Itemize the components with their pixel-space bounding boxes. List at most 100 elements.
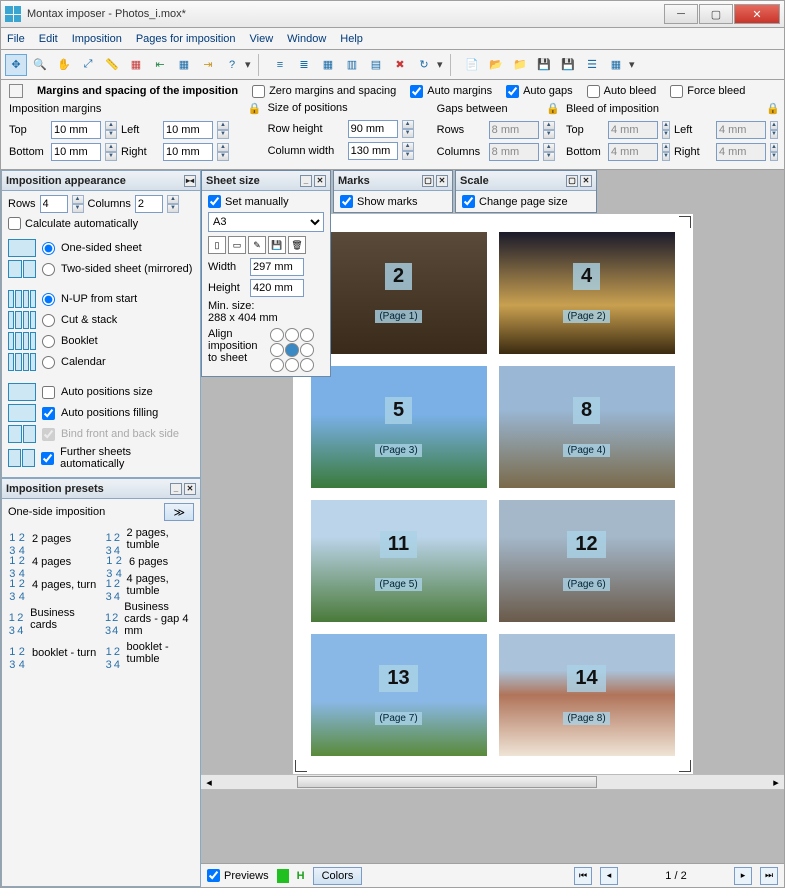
spinner[interactable]: ▲▼ bbox=[402, 142, 414, 160]
booklet-radio[interactable] bbox=[42, 335, 55, 348]
previews-check[interactable]: Previews bbox=[207, 869, 269, 882]
hand-tool-icon[interactable]: ✋ bbox=[53, 54, 75, 76]
lock-icon[interactable]: 🔒 bbox=[546, 102, 556, 115]
close-panel-icon[interactable]: ✕ bbox=[436, 175, 448, 187]
save-icon[interactable]: 💾 bbox=[533, 54, 555, 76]
spinner[interactable]: ▲▼ bbox=[543, 143, 555, 161]
calc-auto-check[interactable]: Calculate automatically bbox=[8, 217, 194, 230]
close-panel-icon[interactable]: ✕ bbox=[184, 483, 196, 495]
menu-help[interactable]: Help bbox=[340, 33, 363, 45]
rows-input[interactable] bbox=[40, 195, 68, 213]
delete-format-icon[interactable]: 🗑 bbox=[288, 236, 306, 254]
auto-margins-check[interactable]: Auto margins bbox=[410, 85, 492, 98]
gaps-rows-input[interactable] bbox=[489, 121, 539, 139]
minimize-icon[interactable]: _ bbox=[300, 175, 312, 187]
preset-item[interactable]: 12342 pages bbox=[8, 525, 97, 553]
edit-icon[interactable]: ✎ bbox=[248, 236, 266, 254]
first-page-button[interactable]: ⏮ bbox=[574, 867, 592, 885]
spinner[interactable]: ▲▼ bbox=[72, 195, 84, 213]
cols-input[interactable] bbox=[135, 195, 163, 213]
one-sided-radio[interactable] bbox=[42, 242, 55, 255]
cutstack-radio[interactable] bbox=[42, 314, 55, 327]
preset-item[interactable]: 12342 pages, tumble bbox=[105, 525, 194, 553]
columns-icon[interactable]: ▦ bbox=[125, 54, 147, 76]
imposition-cell[interactable]: 12(Page 6) bbox=[499, 500, 675, 622]
preset-item[interactable]: 1234Business cards - gap 4 mm bbox=[105, 599, 194, 639]
margin-right-input[interactable] bbox=[163, 143, 213, 161]
spinner[interactable]: ▲▼ bbox=[217, 143, 229, 161]
collapse-icon[interactable]: ▸◂ bbox=[184, 175, 196, 187]
spinner[interactable]: ▲▼ bbox=[662, 121, 670, 139]
imposition-cell[interactable]: 11(Page 5) bbox=[311, 500, 487, 622]
auto-pos-size-check[interactable] bbox=[42, 386, 55, 399]
nup-radio[interactable] bbox=[42, 293, 55, 306]
zoom-tool-icon[interactable]: 🔍 bbox=[29, 54, 51, 76]
imposition-cell[interactable]: 2(Page 1) bbox=[311, 232, 487, 354]
preset-item[interactable]: 1234booklet - turn bbox=[8, 639, 97, 667]
spinner[interactable]: ▲▼ bbox=[167, 195, 179, 213]
list-icon[interactable]: ☰ bbox=[581, 54, 603, 76]
preset-item[interactable]: 12344 pages bbox=[8, 553, 97, 571]
save-as-icon[interactable]: 💾 bbox=[557, 54, 579, 76]
imposition-cell[interactable]: 14(Page 8) bbox=[499, 634, 675, 756]
spinner[interactable]: ▲▼ bbox=[770, 121, 778, 139]
portrait-icon[interactable]: ▯ bbox=[208, 236, 226, 254]
swap-right-icon[interactable]: ⇥ bbox=[197, 54, 219, 76]
align-grid-icon[interactable]: ▦ bbox=[317, 54, 339, 76]
sheet-width-input[interactable] bbox=[250, 258, 304, 276]
export-icon[interactable]: ▦ bbox=[605, 54, 627, 76]
align-rows-icon[interactable]: ▤ bbox=[365, 54, 387, 76]
bleed-bottom-input[interactable] bbox=[608, 143, 658, 161]
open-alt-icon[interactable]: 📁 bbox=[509, 54, 531, 76]
spinner[interactable]: ▲▼ bbox=[105, 143, 117, 161]
save-format-icon[interactable]: 💾 bbox=[268, 236, 286, 254]
landscape-icon[interactable]: ▭ bbox=[228, 236, 246, 254]
align-left-icon[interactable]: ≡ bbox=[269, 54, 291, 76]
open-icon[interactable]: 📂 bbox=[485, 54, 507, 76]
margin-top-input[interactable] bbox=[51, 121, 101, 139]
ruler-icon[interactable]: 📏 bbox=[101, 54, 123, 76]
refresh-icon[interactable]: ↻ bbox=[413, 54, 435, 76]
sheet-preview[interactable]: 2(Page 1) 4(Page 2) 5(Page 3) 8(Page 4) … bbox=[293, 214, 693, 774]
menu-file[interactable]: File bbox=[7, 33, 25, 45]
grid-icon[interactable]: ▦ bbox=[173, 54, 195, 76]
spinner[interactable]: ▲▼ bbox=[402, 120, 414, 138]
bleed-right-input[interactable] bbox=[716, 143, 766, 161]
force-bleed-check[interactable]: Force bleed bbox=[670, 85, 745, 98]
lock-icon[interactable]: 🔒 bbox=[248, 102, 258, 115]
delete-icon[interactable]: ✖ bbox=[389, 54, 411, 76]
lock-icon[interactable]: 🔒 bbox=[766, 102, 776, 115]
zero-margins-check[interactable]: Zero margins and spacing bbox=[252, 85, 396, 98]
two-sided-radio[interactable] bbox=[42, 263, 55, 276]
auto-bleed-check[interactable]: Auto bleed bbox=[587, 85, 657, 98]
move-tool-icon[interactable]: ✥ bbox=[5, 54, 27, 76]
spinner[interactable]: ▲▼ bbox=[662, 143, 670, 161]
change-page-size-check[interactable]: Change page size bbox=[462, 195, 590, 208]
preset-item[interactable]: 12344 pages, tumble bbox=[105, 571, 194, 599]
close-panel-icon[interactable]: ✕ bbox=[580, 175, 592, 187]
align-cols-icon[interactable]: ▥ bbox=[341, 54, 363, 76]
preset-item[interactable]: 12344 pages, turn bbox=[8, 571, 97, 599]
preset-item[interactable]: 1234booklet - tumble bbox=[105, 639, 194, 667]
align-center-icon[interactable]: ≣ bbox=[293, 54, 315, 76]
align-grid[interactable] bbox=[270, 328, 314, 372]
last-page-button[interactable]: ⏭ bbox=[760, 867, 778, 885]
margin-bottom-input[interactable] bbox=[51, 143, 101, 161]
format-select[interactable]: A3 bbox=[208, 212, 324, 232]
imposition-cell[interactable]: 13(Page 7) bbox=[311, 634, 487, 756]
sheet-height-input[interactable] bbox=[250, 279, 304, 297]
bleed-left-input[interactable] bbox=[716, 121, 766, 139]
restore-icon[interactable]: ▢ bbox=[566, 175, 578, 187]
menu-imposition[interactable]: Imposition bbox=[72, 33, 122, 45]
new-doc-icon[interactable]: 📄 bbox=[461, 54, 483, 76]
spinner[interactable]: ▲▼ bbox=[543, 121, 555, 139]
auto-gaps-check[interactable]: Auto gaps bbox=[506, 85, 573, 98]
horizontal-scrollbar[interactable]: ◂▸ bbox=[201, 774, 784, 790]
auto-pos-fill-check[interactable] bbox=[42, 407, 55, 420]
minimize-button[interactable]: ─ bbox=[664, 4, 698, 24]
imposition-cell[interactable]: 5(Page 3) bbox=[311, 366, 487, 488]
prev-page-button[interactable]: ◂ bbox=[600, 867, 618, 885]
preset-item[interactable]: 1234Business cards bbox=[8, 599, 97, 639]
swap-left-icon[interactable]: ⇤ bbox=[149, 54, 171, 76]
spinner[interactable]: ▲▼ bbox=[217, 121, 229, 139]
